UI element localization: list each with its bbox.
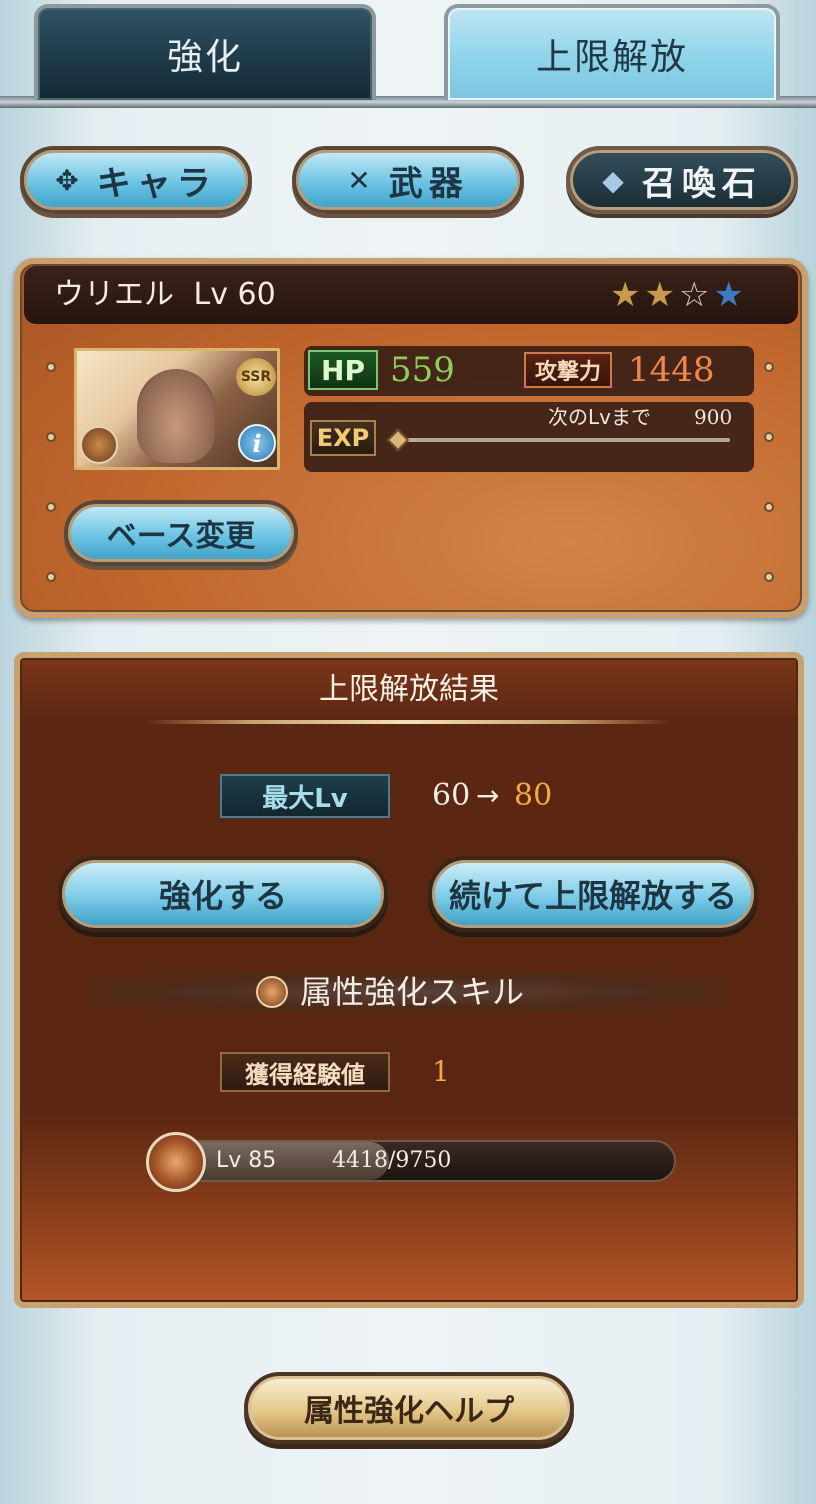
crystal-icon: ◆: [602, 163, 630, 197]
element-orb-icon: [80, 426, 118, 464]
rivet: [46, 572, 56, 582]
category-summon-button[interactable]: ◆ 召喚石: [566, 146, 798, 214]
exp-progress-track: [396, 438, 730, 442]
next-level-value: 900: [694, 405, 733, 429]
rarity-badge: SSR: [236, 358, 276, 396]
star-rating: ★ ★ ☆ ★: [610, 275, 744, 317]
star-empty-icon: ☆: [678, 275, 710, 315]
skill-section-title: 属性強化スキル: [300, 973, 525, 1011]
result-title: 上限解放結果: [319, 672, 499, 707]
star-blue-icon: ★: [713, 275, 744, 315]
rivet: [46, 362, 56, 372]
category-label: 召喚石: [641, 163, 762, 204]
element-orb-icon: [256, 976, 288, 1008]
skill-level: Lv 85: [216, 1148, 277, 1173]
tab-uncap[interactable]: 上限解放: [444, 4, 780, 100]
rivet: [46, 502, 56, 512]
rivet: [764, 432, 774, 442]
exp-gained-value: 1: [432, 1055, 450, 1088]
rivet: [764, 502, 774, 512]
crossed-weapons-icon: ✕: [347, 163, 377, 197]
base-change-button[interactable]: ベース変更: [64, 500, 298, 566]
category-label: キャラ: [96, 163, 217, 204]
max-level-to: 80: [514, 778, 553, 813]
category-character-button[interactable]: ✥ キャラ: [20, 146, 252, 214]
element-skill-icon: [146, 1132, 206, 1192]
title-divider: [146, 720, 670, 724]
rivet: [46, 432, 56, 442]
element-help-button[interactable]: 属性強化ヘルプ: [244, 1372, 574, 1444]
rivet: [764, 362, 774, 372]
tab-enhance[interactable]: 強化: [34, 4, 376, 100]
hp-value: 559: [390, 350, 455, 390]
info-icon[interactable]: i: [238, 424, 276, 462]
category-label: 武器: [388, 163, 469, 204]
portrait-figure: [137, 369, 215, 463]
hp-label: HP: [308, 350, 378, 390]
character-name-level: ウリエル Lv 60: [54, 270, 276, 320]
exp-gained-label: 獲得経験値: [220, 1052, 390, 1092]
character-level: Lv 60: [193, 277, 276, 312]
attack-label: 攻撃力: [524, 352, 612, 388]
star-filled-icon: ★: [644, 275, 675, 315]
star-filled-icon: ★: [610, 275, 641, 315]
rivet: [764, 572, 774, 582]
max-level-from: 60: [432, 778, 471, 813]
wings-emblem-icon: ✥: [55, 163, 85, 197]
enhance-button[interactable]: 強化する: [58, 856, 388, 932]
character-name: ウリエル: [54, 277, 174, 312]
exp-label: EXP: [310, 420, 376, 456]
arrow-right-icon: →: [476, 779, 500, 812]
skill-exp-value: 4418/9750: [332, 1148, 452, 1173]
next-level-label: 次のLvまで: [548, 405, 651, 429]
category-weapon-button[interactable]: ✕ 武器: [292, 146, 524, 214]
max-level-label: 最大Lv: [220, 774, 390, 818]
attack-value: 1448: [628, 350, 715, 390]
continue-uncap-button[interactable]: 続けて上限解放する: [428, 856, 758, 932]
